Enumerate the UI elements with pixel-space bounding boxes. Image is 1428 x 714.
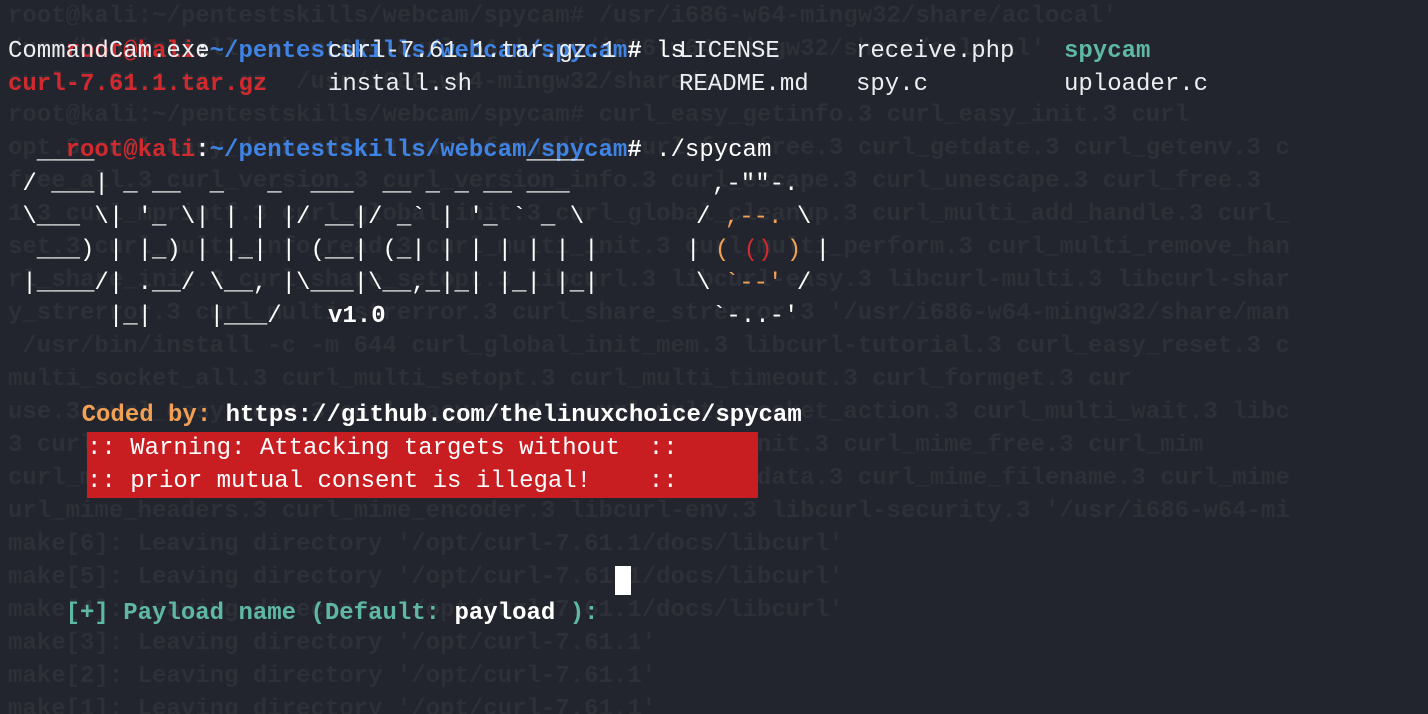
payload-prompt-prefix: [+] xyxy=(65,600,109,627)
credits-url: https://github.com/thelinuxchoice/spycam xyxy=(225,402,802,429)
prompt-command: ./spycam xyxy=(656,137,772,164)
ls-file: curl-7.61.1.tar.gz.1 xyxy=(328,38,617,65)
banner-ascii-line: ___) | |_) | |_| | (__| (_| | | | | | | xyxy=(8,237,613,264)
payload-prompt-text: Payload name (Default: xyxy=(123,600,441,627)
warning-line-1: :: Warning: Attacking targets without :: xyxy=(87,435,678,462)
banner-ascii-line: ____ ____ xyxy=(8,139,585,166)
credits-line: Coded by: https://github.com/thelinuxcho… xyxy=(24,366,802,429)
camera-art-lens: | ( () ) | xyxy=(686,237,831,264)
ls-file: install.sh xyxy=(328,71,473,98)
camera-art-top: ,-""-. xyxy=(712,171,799,198)
warning-line-2: :: prior mutual consent is illegal! :: xyxy=(87,468,678,495)
ls-output-row-1: CommandCam.exe curl-7.61.1.tar.gz.1 LICE… xyxy=(8,35,1408,68)
payload-default-value: payload xyxy=(454,600,556,627)
banner-ascii-fragment: |_| |___/ xyxy=(8,303,297,330)
banner-ascii-line: |_| |___/ v1.0 xyxy=(8,300,386,333)
payload-prompt-suffix: ): xyxy=(569,600,599,627)
banner-ascii-line: |____/| .__/ \__, |\___|\__,_|_| |_| |_| xyxy=(8,270,613,297)
ls-file: README.md xyxy=(679,71,809,98)
prompt-line-run: root@kali:~/pentestskills/webcam/spycam#… xyxy=(8,101,772,164)
payload-prompt: [+] Payload name (Default: payload ): xyxy=(8,564,599,627)
ls-executable: spycam xyxy=(1064,38,1151,65)
ls-file: LICENSE xyxy=(679,38,780,65)
ls-archive: curl-7.61.1.tar.gz xyxy=(8,71,268,98)
credits-label: Coded by: xyxy=(81,402,212,429)
text-cursor[interactable] xyxy=(615,566,631,595)
ls-file: uploader.c xyxy=(1064,71,1209,98)
camera-art-line: \ `--' / xyxy=(696,270,812,297)
ls-file: spy.c xyxy=(856,71,929,98)
camera-art-bottom: `-..-' xyxy=(712,303,799,330)
ls-file: CommandCam.exe xyxy=(8,38,210,65)
prompt-symbol: # xyxy=(627,137,642,164)
ls-file: receive.php xyxy=(856,38,1015,65)
banner-version: v1.0 xyxy=(328,303,386,330)
banner-ascii-line: / ___| _ __ _ _ ___ __ _ _ __ ___ xyxy=(8,171,628,198)
camera-art-line: / ,--. \ xyxy=(696,204,812,231)
banner-ascii-line: \___ \| '_ \| | | |/ __|/ _` | '_ ` _ \ xyxy=(8,204,613,231)
terminal-window[interactable]: root@kali:~/pentestskills/webcam/spycam#… xyxy=(0,0,1428,714)
ls-output-row-2: curl-7.61.1.tar.gz install.sh README.md … xyxy=(8,68,1408,101)
prompt-line-ls: root@kali:~/pentestskills/webcam/spycam#… xyxy=(8,2,685,65)
